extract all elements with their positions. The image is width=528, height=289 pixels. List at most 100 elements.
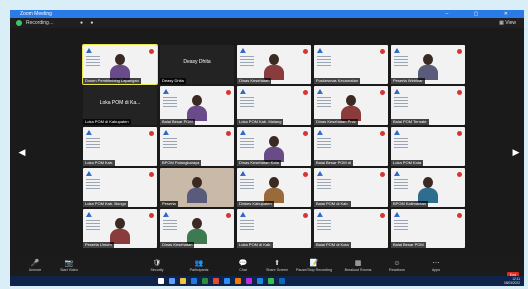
- toolbar-button[interactable]: 💬 Chat: [224, 260, 262, 273]
- participant-name-label: Dinas Kesehatan: [160, 242, 195, 248]
- bpom-logo-icon: [86, 212, 92, 217]
- participant-tile[interactable]: Balai Besar POM: [391, 209, 465, 248]
- bpom-logo-icon: [240, 171, 246, 176]
- participant-tile[interactable]: Peserta: [160, 168, 234, 207]
- participant-tile[interactable]: Loka POM di Ka... Loka POM di Kabupaten: [83, 86, 157, 125]
- taskbar-app-icon[interactable]: [169, 278, 175, 284]
- taskbar-app-icon[interactable]: [268, 278, 274, 284]
- bpom-logo-icon: [240, 48, 246, 53]
- slide-text-lines: [86, 138, 100, 150]
- participant-video: [110, 218, 130, 244]
- toolbar-label: Reactions: [389, 268, 405, 272]
- taskbar-app-icon[interactable]: [235, 278, 241, 284]
- participant-video: [264, 136, 284, 162]
- badge-icon: [380, 49, 385, 54]
- toolbar-button[interactable]: ▦ Breakout Rooms: [339, 260, 377, 273]
- window-controls[interactable]: – ▢ ✕: [446, 10, 520, 18]
- participant-tile[interactable]: BPOM Kalimantan: [391, 168, 465, 207]
- next-page-arrow-icon[interactable]: ▶: [512, 147, 520, 157]
- bpom-logo-icon: [317, 130, 323, 135]
- previous-page-arrow-icon[interactable]: ◀: [18, 147, 26, 157]
- slide-text-lines: [240, 138, 254, 150]
- participant-tile[interactable]: Dinas Kesehatan Kota: [237, 127, 311, 166]
- participant-tile[interactable]: Loka POM Kab. Malang: [237, 86, 311, 125]
- recording-controls[interactable]: ● ●: [80, 18, 96, 28]
- participant-tile[interactable]: Balai POM di Kota: [314, 209, 388, 248]
- participant-name-label: Peserta Webinar: [391, 78, 425, 84]
- taskbar-app-icon[interactable]: [191, 278, 197, 284]
- toolbar-button[interactable]: 👥 Participants: [180, 260, 218, 273]
- participant-tile[interactable]: Dinkes Kabupaten: [237, 168, 311, 207]
- participant-head: [269, 54, 279, 65]
- slide-text-lines: [240, 97, 254, 109]
- view-button[interactable]: ▦ View: [499, 18, 516, 28]
- toolbar-button[interactable]: 🎤 Unmute: [16, 260, 54, 273]
- toolbar-button[interactable]: ⋯ Apps: [417, 260, 455, 273]
- badge-icon: [303, 172, 308, 177]
- taskbar-app-icon[interactable]: [158, 278, 164, 284]
- toolbar-button[interactable]: ⬆ Share Screen: [258, 260, 296, 273]
- toolbar-icon: ⬆: [274, 260, 280, 267]
- participant-tile[interactable]: Loka POM di Kab.: [237, 209, 311, 248]
- participant-tile[interactable]: Dosen Pembimbing Lapangan: [82, 44, 158, 85]
- toolbar-button[interactable]: 🛡 Security: [138, 260, 176, 273]
- participant-name-label: Dinkes Kabupaten: [237, 201, 274, 207]
- participant-tile[interactable]: BPOM Palangkaraya: [160, 127, 234, 166]
- encryption-shield-icon[interactable]: [16, 20, 22, 26]
- participant-name-label: BPOM Palangkaraya: [160, 160, 202, 166]
- participant-tile[interactable]: Balai Besar POM di: [314, 127, 388, 166]
- taskbar-app-icon[interactable]: [257, 278, 263, 284]
- toolbar-label: Participants: [189, 268, 209, 272]
- toolbar-icon: ⋯: [432, 260, 440, 267]
- participant-tile[interactable]: Dinas Kesehatan: [160, 209, 234, 248]
- window-title: Zoom Meeting: [20, 11, 52, 17]
- participant-tile[interactable]: Balai Besar POM: [160, 86, 234, 125]
- participant-head: [346, 95, 356, 106]
- participant-name-label: Balai POM di Kota: [314, 242, 351, 248]
- participant-video: [187, 95, 207, 121]
- taskbar-app-icon[interactable]: [246, 278, 252, 284]
- toolbar-label: Chat: [239, 268, 247, 272]
- participant-video: [418, 177, 438, 203]
- taskbar-app-icon[interactable]: [213, 278, 219, 284]
- participant-tile[interactable]: Loka POM Kab.: [83, 127, 157, 166]
- taskbar-app-icon[interactable]: [180, 278, 186, 284]
- participant-tile[interactable]: Peserta Umum: [83, 209, 157, 248]
- participant-name-label: Loka POM di Kabupaten: [83, 119, 131, 125]
- participant-head: [192, 95, 202, 106]
- participant-tile[interactable]: Dinas Kesehatan: [237, 45, 311, 84]
- badge-icon: [149, 172, 154, 177]
- participant-tile[interactable]: Dinas Kesehatan Prov: [314, 86, 388, 125]
- bpom-logo-icon: [163, 89, 169, 94]
- participant-tile[interactable]: Puskesmas Kecamatan: [314, 45, 388, 84]
- participant-video: [187, 177, 207, 203]
- participant-video: [341, 95, 361, 121]
- taskbar-app-icon[interactable]: [224, 278, 230, 284]
- participant-video: [264, 54, 284, 80]
- participant-tile[interactable]: Loka POM Kota: [391, 127, 465, 166]
- taskbar-app-icon[interactable]: [279, 278, 285, 284]
- participant-tile[interactable]: Balai POM di Kab.: [314, 168, 388, 207]
- toolbar-label: Start Video: [60, 268, 78, 272]
- toolbar-button[interactable]: 📷 Start Video: [50, 260, 88, 273]
- participant-name-label: Loka POM di Kab.: [237, 242, 274, 248]
- participant-tile[interactable]: Balai POM Ternate: [391, 86, 465, 125]
- screen-frame: Zoom Meeting – ▢ ✕ Recording… ● ● ▦ View…: [0, 0, 528, 289]
- system-tray[interactable]: 12:11 08/03/2022: [504, 277, 520, 285]
- participant-head: [115, 54, 125, 65]
- bpom-logo-icon: [240, 89, 246, 94]
- participant-tile[interactable]: Peserta Webinar: [391, 45, 465, 84]
- toolbar-button[interactable]: 📝 Pause/Stop Recording: [295, 260, 333, 273]
- bpom-logo-icon: [163, 130, 169, 135]
- taskbar-app-icon[interactable]: [202, 278, 208, 284]
- participant-display-name: Loka POM di Ka...: [99, 100, 141, 106]
- badge-icon: [380, 90, 385, 95]
- participant-tile[interactable]: Deasy Dhita Deasy Dhita: [160, 45, 234, 84]
- windows-taskbar: 12:11 08/03/2022: [10, 276, 524, 286]
- badge-icon: [457, 131, 462, 136]
- participant-head: [192, 218, 202, 229]
- toolbar-icon: 👥: [194, 260, 204, 267]
- badge-icon: [457, 90, 462, 95]
- toolbar-button[interactable]: ☺ Reactions: [378, 260, 416, 273]
- participant-tile[interactable]: Loka POM Kab. Bungo: [83, 168, 157, 207]
